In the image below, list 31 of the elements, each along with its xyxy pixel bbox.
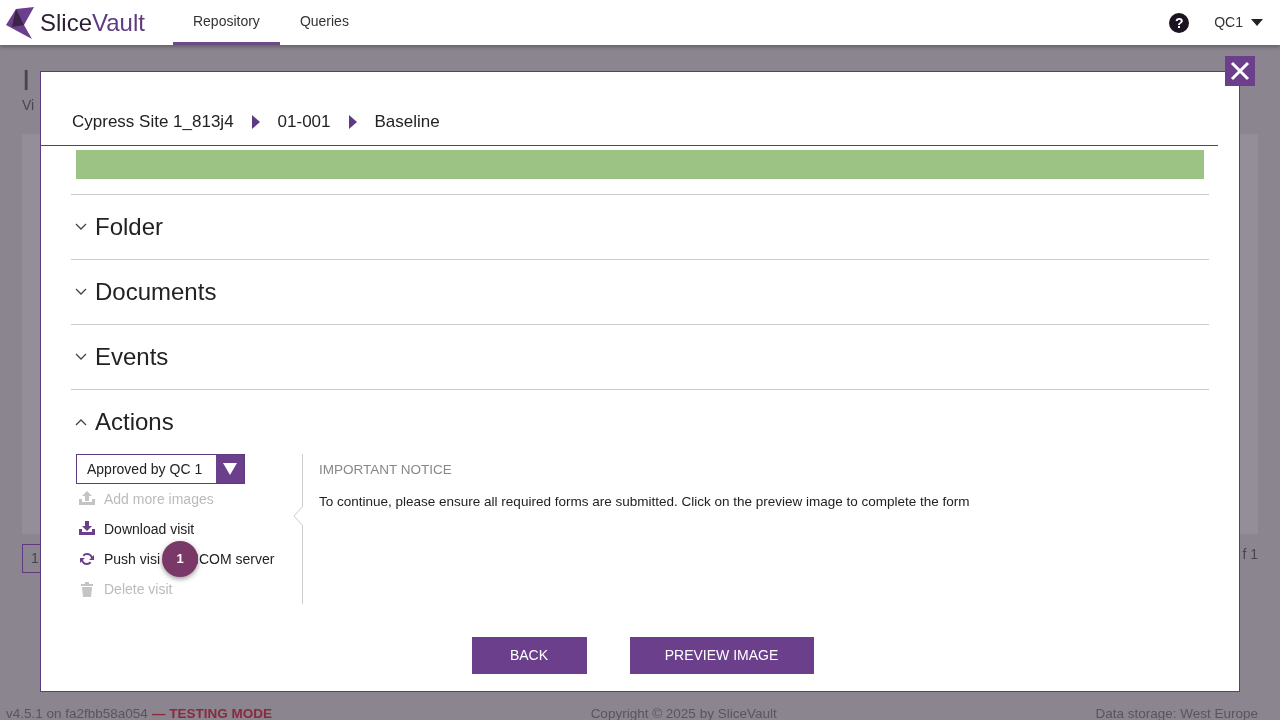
logo-icon — [4, 4, 36, 41]
mode-label: — TESTING MODE — [151, 705, 272, 720]
section-header[interactable]: Actions — [75, 404, 174, 440]
section-header[interactable]: Events — [75, 339, 169, 375]
nav-tab[interactable]: Repository — [172, 0, 280, 45]
user-menu[interactable]: QC1 — [1213, 11, 1264, 34]
section-header[interactable]: Folder — [75, 209, 164, 245]
dialog-button[interactable]: BACK — [471, 637, 587, 674]
breadcrumb-item[interactable]: Baseline — [374, 109, 440, 135]
page-count: f 1 — [1242, 545, 1258, 564]
dialog-button[interactable]: PREVIEW IMAGE — [629, 637, 814, 674]
action-link[interactable]: Push visi — [104, 548, 161, 570]
status-select[interactable]: Approved by QC 1 — [76, 454, 245, 484]
dropdown-arrow-icon — [223, 463, 237, 475]
nav-tab[interactable]: Queries — [279, 0, 369, 45]
section-header[interactable]: Documents — [75, 274, 217, 310]
help-button[interactable]: ? — [1169, 12, 1190, 33]
breadcrumb-arrow-icon — [348, 115, 357, 129]
notice-text: To continue, please ensure all required forms are submitted. Click on the preview image to complete the form — [319, 493, 970, 512]
page-title: I — [22, 65, 31, 95]
notice-title: IMPORTANT NOTICE — [319, 461, 453, 479]
breadcrumb-item[interactable]: 01-001 — [277, 109, 331, 135]
step-badge: 1 — [162, 541, 199, 577]
close-icon — [1230, 61, 1250, 81]
action-link[interactable]: Download visit — [104, 518, 195, 540]
breadcrumb-item[interactable]: Cypress Site 1_813j4 — [72, 109, 234, 135]
page-subtitle: Vi — [22, 96, 35, 115]
logo-text: SliceVault — [40, 7, 145, 38]
caret-icon — [1251, 19, 1263, 26]
close-button[interactable] — [1225, 56, 1255, 86]
breadcrumb-arrow-icon — [251, 115, 260, 129]
